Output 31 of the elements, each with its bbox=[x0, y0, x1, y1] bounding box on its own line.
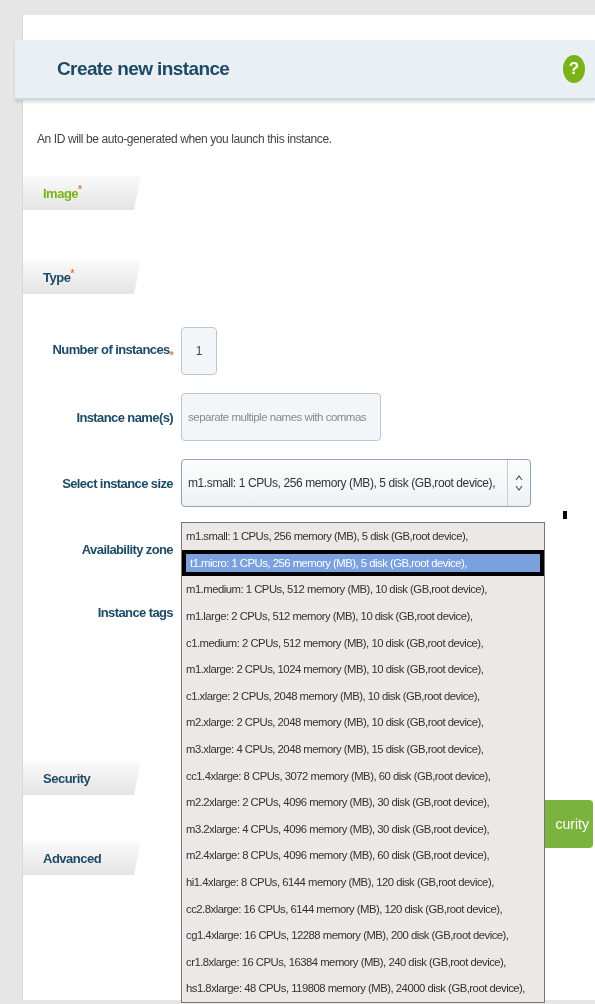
dropdown-option[interactable]: m1.small: 1 CPUs, 256 memory (MB), 5 disk (GB,root device), bbox=[182, 523, 544, 550]
field-label: Instance name(s) bbox=[76, 409, 173, 425]
dropdown-option[interactable]: m1.xlarge: 2 CPUs, 1024 memory (MB), 10 disk (GB,root device), bbox=[182, 655, 544, 683]
dropdown-option[interactable]: m3.2xlarge: 4 CPUs, 4096 memory (MB), 30 disk (GB,root device), bbox=[182, 815, 544, 843]
number-field[interactable]: 1 bbox=[181, 327, 217, 375]
dropdown-option[interactable]: m2.4xlarge: 8 CPUs, 4096 memory (MB), 60 disk (GB,root device), bbox=[182, 842, 544, 869]
text-field[interactable]: separate multiple names with commas bbox=[181, 393, 381, 441]
dropdown-option[interactable]: m1.large: 2 CPUs, 512 memory (MB), 10 disk (GB,root device), bbox=[182, 602, 544, 630]
field-label: Select instance size bbox=[62, 475, 173, 491]
field-label: Instance tags bbox=[97, 605, 173, 620]
dropdown-option[interactable]: hi1.4xlarge: 8 CPUs, 6144 memory (MB), 120 disk (GB,root device), bbox=[182, 868, 544, 896]
dropdown-option[interactable]: m2.xlarge: 2 CPUs, 2048 memory (MB), 10 disk (GB,root device), bbox=[182, 709, 544, 736]
dropdown-option[interactable]: cg1.4xlarge: 16 CPUs, 12288 memory (MB), 200 disk (GB,root device), bbox=[182, 921, 544, 949]
dropdown-option[interactable]: c1.xlarge: 2 CPUs, 2048 memory (MB), 10 disk (GB,root device), bbox=[182, 682, 544, 710]
field-label: Availability zone bbox=[81, 541, 173, 557]
field-label: Number of instances* bbox=[52, 341, 173, 361]
dropdown-option[interactable]: m1.medium: 1 CPUs, 512 memory (MB), 10 disk (GB,root device), bbox=[182, 576, 544, 603]
dropdown-option[interactable]: cc2.8xlarge: 16 CPUs, 6144 memory (MB), 120 disk (GB,root device), bbox=[182, 895, 544, 922]
section-tab[interactable]: Advanced bbox=[23, 841, 141, 875]
marker-icon bbox=[563, 511, 567, 519]
description-text: An ID will be auto-generated when you launch this instance. bbox=[37, 132, 333, 146]
panel-title: Create new instance bbox=[57, 58, 230, 80]
section-tab[interactable]: Type* bbox=[23, 260, 141, 294]
section-tab[interactable]: Security bbox=[23, 761, 141, 795]
dropdown-option[interactable]: hs1.8xlarge: 48 CPUs, 119808 memory (MB), 24000 disk (GB,root device), bbox=[182, 975, 544, 1002]
dropdown-option[interactable]: cr1.8xlarge: 16 CPUs, 16384 memory (MB), 240 disk (GB,root device), bbox=[182, 948, 544, 976]
dropdown-option[interactable]: m2.2xlarge: 2 CPUs, 4096 memory (MB), 30 disk (GB,root device), bbox=[182, 788, 544, 816]
select-field[interactable]: m1.small: 1 CPUs, 256 memory (MB), 5 disk (GB,root device), bbox=[181, 459, 531, 507]
dropdown-option[interactable]: c1.medium: 2 CPUs, 512 memory (MB), 10 disk (GB,root device), bbox=[182, 629, 544, 656]
dropdown-option[interactable]: cc1.4xlarge: 8 CPUs, 3072 memory (MB), 60 disk (GB,root device), bbox=[182, 762, 544, 789]
dropdown-option[interactable]: m3.xlarge: 4 CPUs, 2048 memory (MB), 15 disk (GB,root device), bbox=[182, 735, 544, 763]
